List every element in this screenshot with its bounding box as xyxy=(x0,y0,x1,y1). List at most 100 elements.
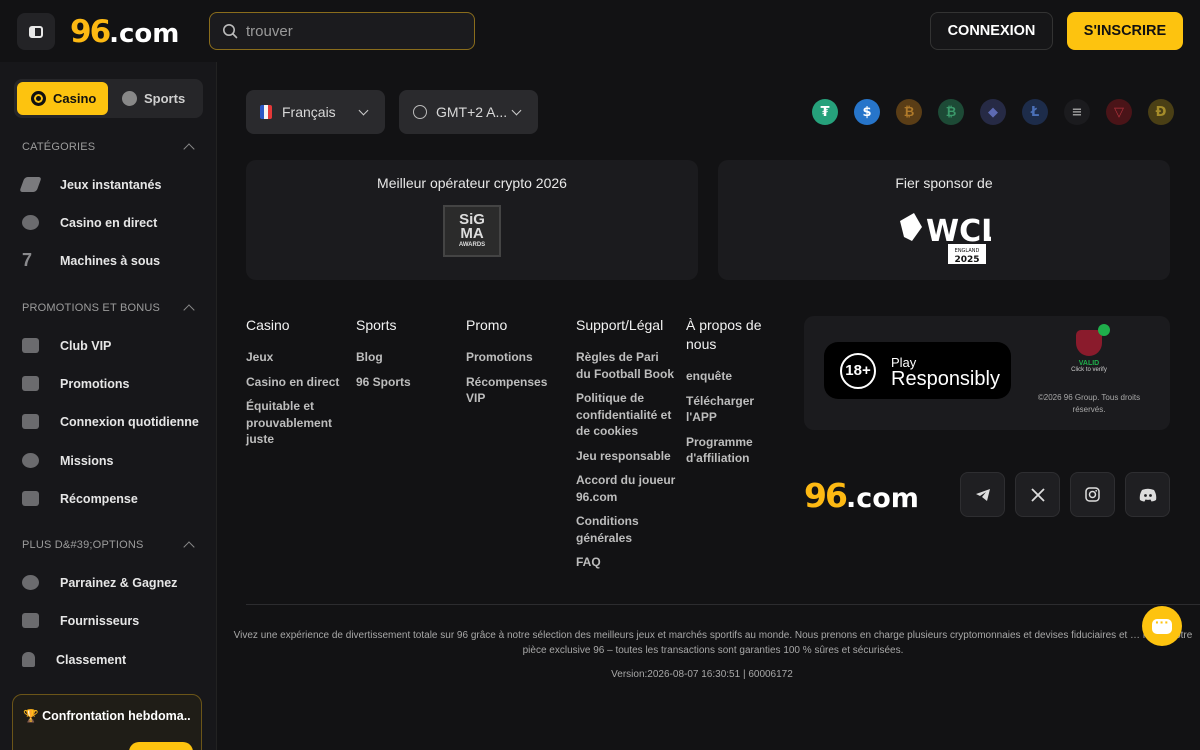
tether-icon: ₮ xyxy=(812,99,838,125)
search-input[interactable] xyxy=(246,22,446,40)
wcl-sub: ENGLAND xyxy=(955,248,980,254)
section-more-header[interactable]: PLUS D&#39;OPTIONS xyxy=(22,539,197,553)
sidebar-item-missions[interactable]: Missions xyxy=(22,453,114,468)
footer-link[interactable]: Règles de Pari du Football Book xyxy=(576,349,676,382)
footer-column-heading: Sports xyxy=(356,317,397,333)
discord-button[interactable] xyxy=(1125,472,1170,517)
solana-icon: ≡ xyxy=(1064,99,1090,125)
footer-link[interactable]: Récompenses VIP xyxy=(466,374,561,407)
footer-link[interactable]: Politique de confidentialité et de cooki… xyxy=(576,390,676,440)
search-box[interactable] xyxy=(209,12,475,50)
football-icon xyxy=(122,91,137,106)
crown-icon xyxy=(22,338,39,353)
gamepad-icon xyxy=(22,613,39,628)
footer-divider xyxy=(246,604,1200,605)
footer-link[interactable]: FAQ xyxy=(576,554,676,571)
footer-link[interactable]: Conditions générales xyxy=(576,513,676,546)
weekly-challenge-title: 🏆 Confrontation hebdoma... xyxy=(23,709,191,724)
logo-domain: .com xyxy=(109,19,180,49)
sidebar-item-live-casino[interactable]: Casino en direct xyxy=(22,215,157,230)
casino-chip-icon xyxy=(31,91,46,106)
telegram-icon xyxy=(975,488,990,501)
footer-link[interactable]: Jeux xyxy=(246,349,346,366)
sidebar-item-daily-login[interactable]: Connexion quotidienne xyxy=(22,414,199,429)
tron-icon: ▽ xyxy=(1106,99,1132,125)
footer-link[interactable]: Jeu responsable xyxy=(576,448,676,465)
footer-link[interactable]: Télécharger l'APP xyxy=(686,393,776,426)
sidebar-toggle-button[interactable] xyxy=(17,13,55,50)
signup-button[interactable]: S'INSCRIRE xyxy=(1067,12,1183,50)
footer-link[interactable]: Accord du joueur 96.com xyxy=(576,472,676,505)
footer-link[interactable]: Promotions xyxy=(466,349,561,366)
mode-casino-tab[interactable]: Casino xyxy=(17,82,108,115)
sidebar-item-vip-club[interactable]: Club VIP xyxy=(22,338,111,353)
play-responsibly-badge[interactable]: 18+ Play Responsibly xyxy=(824,342,1011,399)
play-responsibly-line2: Responsibly xyxy=(891,367,1000,390)
ethereum-icon: ◆ xyxy=(980,99,1006,125)
footer-column-heading: Promo xyxy=(466,317,508,333)
sidebar-item-instant-games[interactable]: Jeux instantanés xyxy=(19,177,161,192)
sidebar-item-label: Connexion quotidienne xyxy=(60,414,199,429)
footer-column-about: À propos de nous enquête Télécharger l'A… xyxy=(686,316,776,475)
sidebar-item-label: Parrainez & Gagnez xyxy=(60,575,178,590)
telegram-button[interactable] xyxy=(960,472,1005,517)
sidebar-item-promotions[interactable]: Promotions xyxy=(22,376,129,391)
crypto-coin-list: ₮ $ ₿ ₿ ◆ Ł ≡ ▽ Ð xyxy=(812,99,1174,125)
footer-logo-domain: .com xyxy=(845,483,919,514)
timezone-select[interactable]: GMT+2 A... xyxy=(399,90,538,134)
section-categories-header[interactable]: CATÉGORIES xyxy=(22,141,197,155)
license-validation-seal[interactable]: VALID Click to verify xyxy=(1054,324,1124,373)
sidebar-item-providers[interactable]: Fournisseurs xyxy=(22,613,139,628)
sidebar: Casino Sports CATÉGORIES Jeux instantané… xyxy=(0,62,217,750)
weekly-challenge-pill[interactable] xyxy=(129,742,193,750)
footer-logo[interactable]: 96 .com xyxy=(804,476,919,515)
mode-sports-tab[interactable]: Sports xyxy=(122,82,202,115)
slot-seven-icon: 7 xyxy=(22,250,33,270)
sidebar-item-label: Récompense xyxy=(60,491,138,506)
sidebar-item-leaderboard[interactable]: Classement xyxy=(22,652,126,667)
weekly-challenge-card[interactable]: 🏆 Confrontation hebdoma... xyxy=(12,694,202,750)
footer-column-promo: Promo Promotions Récompenses VIP xyxy=(466,316,561,415)
section-promotions-label: PROMOTIONS ET BONUS xyxy=(22,302,161,314)
section-categories-label: CATÉGORIES xyxy=(22,141,96,153)
chat-support-button[interactable] xyxy=(1142,606,1182,646)
license-shield-icon xyxy=(1076,324,1110,356)
footer-link[interactable]: 96 Sports xyxy=(356,374,451,391)
language-value: Français xyxy=(282,104,336,120)
search-icon xyxy=(223,24,238,39)
mode-switch: Casino Sports xyxy=(14,79,203,118)
footer-column-heading: À propos de nous xyxy=(686,317,762,352)
login-button[interactable]: CONNEXION xyxy=(930,12,1053,50)
sidebar-item-referral[interactable]: Parrainez & Gagnez xyxy=(22,575,177,590)
x-button[interactable] xyxy=(1015,472,1060,517)
gift-icon xyxy=(22,376,39,391)
weekly-challenge-label: Confrontation hebdoma... xyxy=(42,709,191,723)
footer-link[interactable]: Équitable et prouvablement juste xyxy=(246,398,346,448)
main-content: Français GMT+2 A... ₮ $ ₿ ₿ ◆ Ł ≡ ▽ Ð Me… xyxy=(218,62,1200,750)
sidebar-item-rewards[interactable]: Récompense xyxy=(22,491,138,506)
footer-link[interactable]: Blog xyxy=(356,349,451,366)
target-icon xyxy=(22,453,39,468)
chevron-up-icon xyxy=(183,541,195,553)
logo[interactable]: 96 .com xyxy=(70,14,179,50)
sidebar-item-label: Fournisseurs xyxy=(60,613,140,628)
footer-link[interactable]: enquête xyxy=(686,368,776,385)
usdc-icon: $ xyxy=(854,99,880,125)
section-promotions-header[interactable]: PROMOTIONS ET BONUS xyxy=(22,302,197,316)
footer-link[interactable]: Casino en direct xyxy=(246,374,346,391)
live-casino-icon xyxy=(22,215,39,230)
sidebar-item-slots[interactable]: 7 Machines à sous xyxy=(22,250,160,270)
reward-box-icon xyxy=(22,491,39,506)
logo-number: 96 xyxy=(70,14,111,50)
footer-column-sports: Sports Blog 96 Sports xyxy=(356,316,451,398)
mode-casino-label: Casino xyxy=(53,91,97,106)
instagram-button[interactable] xyxy=(1070,472,1115,517)
footer-link[interactable]: Programme d'affiliation xyxy=(686,434,776,467)
language-select[interactable]: Français xyxy=(246,90,385,134)
footer-column-support: Support/Légal Règles de Pari du Football… xyxy=(576,316,676,579)
footer-column-heading: Casino xyxy=(246,317,290,333)
award-caption: Meilleur opérateur crypto 2026 xyxy=(377,175,567,191)
calendar-icon xyxy=(22,414,39,429)
section-more-label: PLUS D&#39;OPTIONS xyxy=(22,539,144,551)
sidebar-item-label: Promotions xyxy=(60,376,130,391)
